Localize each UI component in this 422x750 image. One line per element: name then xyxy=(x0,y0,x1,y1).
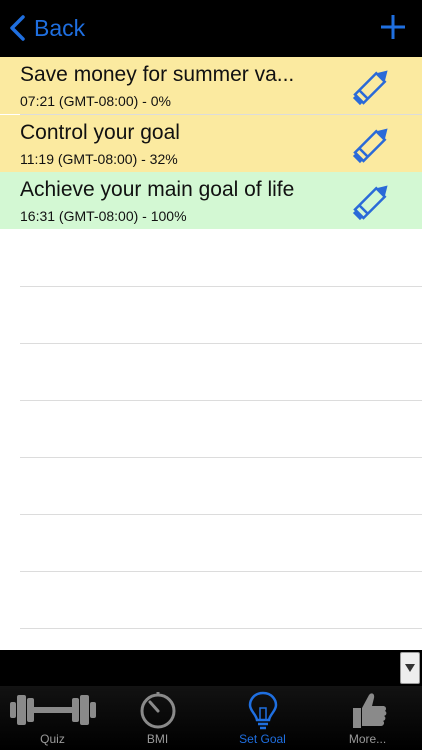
stopwatch-icon xyxy=(140,692,175,729)
goal-subtitle: 07:21 (GMT-08:00) - 0% xyxy=(20,93,171,109)
triangle-down-icon xyxy=(405,664,415,672)
row-divider xyxy=(20,343,422,344)
row-divider xyxy=(20,400,422,401)
goal-subtitle: 11:19 (GMT-08:00) - 32% xyxy=(20,151,178,167)
goal-row[interactable]: Control your goal 11:19 (GMT-08:00) - 32… xyxy=(0,115,422,172)
tab-set-goal[interactable]: Set Goal xyxy=(210,686,315,750)
pencil-icon[interactable] xyxy=(350,66,394,106)
goal-title: Achieve your main goal of life xyxy=(20,178,295,201)
tab-more[interactable]: More... xyxy=(315,686,420,750)
back-button[interactable]: Back xyxy=(8,12,85,44)
back-label: Back xyxy=(34,14,86,41)
tab-label: Set Goal xyxy=(239,732,286,746)
tab-label: Quiz xyxy=(40,732,65,746)
row-divider xyxy=(20,286,422,287)
row-divider xyxy=(20,571,422,572)
goal-title: Control your goal xyxy=(20,121,180,144)
pencil-icon[interactable] xyxy=(350,181,394,221)
tab-quiz[interactable]: Quiz xyxy=(0,686,105,750)
row-divider xyxy=(20,514,422,515)
pencil-icon[interactable] xyxy=(350,124,394,164)
dumbbell-icon xyxy=(9,695,96,725)
row-divider xyxy=(20,628,422,629)
goal-subtitle: 16:31 (GMT-08:00) - 100% xyxy=(20,208,187,224)
goal-row[interactable]: Achieve your main goal of life 16:31 (GM… xyxy=(0,172,422,229)
navigation-bar: Back xyxy=(0,0,422,57)
add-goal-button[interactable] xyxy=(378,12,408,42)
thumbs-up-icon xyxy=(352,693,386,728)
dropdown-scroll-button[interactable] xyxy=(400,652,420,684)
goal-title: Save money for summer va... xyxy=(20,63,295,86)
lightbulb-icon xyxy=(248,691,277,730)
goal-list[interactable]: Save money for summer va... 07:21 (GMT-0… xyxy=(0,57,422,650)
chevron-left-icon xyxy=(10,15,25,41)
tab-label: More... xyxy=(348,732,387,746)
row-divider xyxy=(20,457,422,458)
tab-label: BMI xyxy=(146,732,169,746)
goal-row[interactable]: Save money for summer va... 07:21 (GMT-0… xyxy=(0,57,422,114)
tab-bar: Quiz BMI Set Goal More... xyxy=(0,650,422,750)
tab-bar-header xyxy=(0,650,422,686)
tab-bmi[interactable]: BMI xyxy=(105,686,210,750)
